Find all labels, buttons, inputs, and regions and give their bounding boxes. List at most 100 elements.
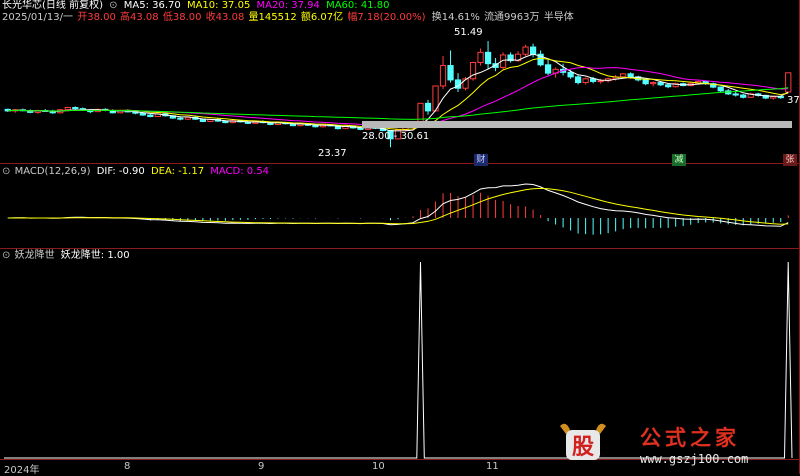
sector-label: 半导体	[543, 12, 574, 23]
indicator-settings-icon[interactable]: ⊙	[2, 250, 10, 261]
range-band	[362, 121, 792, 128]
candle	[484, 41, 492, 70]
ma60-line	[7, 87, 789, 120]
candle-body	[477, 51, 484, 64]
moving-average-lines	[7, 53, 789, 132]
dea-label: DEA: -1.17	[150, 166, 205, 177]
candle	[177, 116, 184, 121]
candle	[439, 56, 447, 89]
event-marker-zhang[interactable]: 张	[783, 154, 797, 166]
candle	[424, 99, 432, 115]
candle-body	[740, 94, 747, 98]
candle	[447, 50, 454, 83]
close-label: 收43.08	[205, 12, 245, 23]
candle-body	[72, 106, 79, 110]
candle-body	[439, 65, 447, 87]
candle-body	[732, 93, 739, 96]
svg-text:股: 股	[572, 435, 594, 460]
candle-body	[657, 82, 664, 86]
candle	[717, 86, 724, 92]
range-annotation: 28.00 - 30.61	[362, 131, 430, 142]
low-label: 低38.00	[162, 12, 202, 23]
candle-body	[447, 65, 454, 81]
watermark-logo-icon: 股	[560, 423, 606, 460]
candle-body	[650, 82, 657, 85]
volume-label: 量145512	[248, 12, 297, 23]
candle	[477, 48, 484, 66]
candle	[147, 113, 154, 118]
candle-body	[665, 84, 672, 88]
event-marker-cai[interactable]: 财	[474, 154, 488, 166]
macd-name[interactable]: MACD(12,26,9)	[15, 166, 91, 177]
candle	[665, 83, 672, 89]
chart-canvas	[0, 0, 800, 474]
amount-label: 额6.07亿	[300, 12, 344, 23]
candle-body	[770, 96, 777, 99]
candle	[522, 44, 529, 57]
ma10-label: MA10: 37.05	[186, 0, 251, 11]
candle-body	[544, 64, 552, 74]
dif-label: DIF: -0.90	[96, 166, 145, 177]
main-header-row2: 2025/01/13/一 开38.00 高43.08 低38.00 收43.08…	[2, 12, 577, 24]
ma20-label: MA20: 37.94	[256, 0, 320, 11]
candle-body	[522, 46, 529, 55]
candle	[710, 82, 717, 89]
macd-settings-icon[interactable]: ⊙	[2, 166, 10, 177]
candle	[72, 106, 79, 110]
watermark-title: 公式之家	[640, 425, 740, 450]
candle	[507, 52, 514, 63]
peak-annotation: 51.49	[454, 27, 483, 38]
indicator-value: 妖龙降世: 1.00	[60, 250, 130, 261]
candle	[229, 119, 237, 124]
indicator-header: ⊙ 妖龙降世 妖龙降世: 1.00	[2, 250, 133, 262]
macd-value-label: MACD: 0.54	[210, 166, 270, 177]
candle-body	[574, 76, 582, 84]
candle-body	[567, 71, 574, 78]
candle	[740, 93, 747, 99]
price-annotations	[362, 121, 792, 128]
low-annotation: 23.37	[318, 148, 347, 159]
candle-body	[424, 102, 432, 112]
candle-body	[642, 79, 649, 85]
macd-series	[7, 183, 789, 235]
candle	[469, 61, 477, 81]
candle-body	[627, 73, 634, 78]
watermark-url: www.gszj100.com	[640, 452, 749, 466]
ma60-label: MA60: 41.80	[326, 0, 390, 11]
candle-body	[597, 80, 604, 83]
candle-body	[582, 78, 589, 84]
candle-body	[177, 117, 184, 120]
candle	[454, 73, 462, 92]
event-marker-jian[interactable]: 减	[672, 154, 686, 166]
x-label-4: 11	[486, 461, 499, 472]
candle-body	[620, 73, 627, 78]
candle-body	[64, 106, 71, 111]
main-header-row1: 长光华芯(日线 前复权) ⊙ MA5: 36.70 MA10: 37.05 MA…	[2, 0, 392, 12]
candle	[672, 82, 679, 88]
candle-body	[529, 46, 537, 55]
ma20-line	[7, 66, 789, 128]
date-label: 2025/01/13/一	[2, 12, 74, 23]
candle	[650, 81, 657, 87]
candle	[574, 75, 582, 85]
right-price-annotation: 37	[787, 95, 800, 106]
x-label-3: 10	[372, 461, 385, 472]
stock-title[interactable]: 长光华芯(日线 前复权)	[2, 0, 103, 11]
high-label: 高43.08	[120, 12, 159, 23]
candle	[732, 92, 739, 97]
candle	[582, 77, 589, 85]
float-label: 流通9963万	[484, 12, 540, 23]
turnover-label: 换14.61%	[431, 12, 480, 23]
indicator-name[interactable]: 妖龙降世	[15, 250, 55, 261]
candle-body	[139, 112, 146, 116]
settings-icon[interactable]: ⊙	[109, 0, 117, 11]
ma5-label: MA5: 36.70	[123, 0, 181, 11]
candle	[544, 59, 552, 75]
x-label-1: 8	[124, 461, 131, 472]
candle-body	[717, 86, 724, 92]
change-label: 幅7.18(20.00%)	[347, 12, 426, 23]
panel-dividers	[0, 0, 800, 474]
macd-header: ⊙ MACD(12,26,9) DIF: -0.90 DEA: -1.17 MA…	[2, 166, 272, 178]
dif-line	[7, 183, 789, 227]
x-label-2: 9	[258, 461, 265, 472]
